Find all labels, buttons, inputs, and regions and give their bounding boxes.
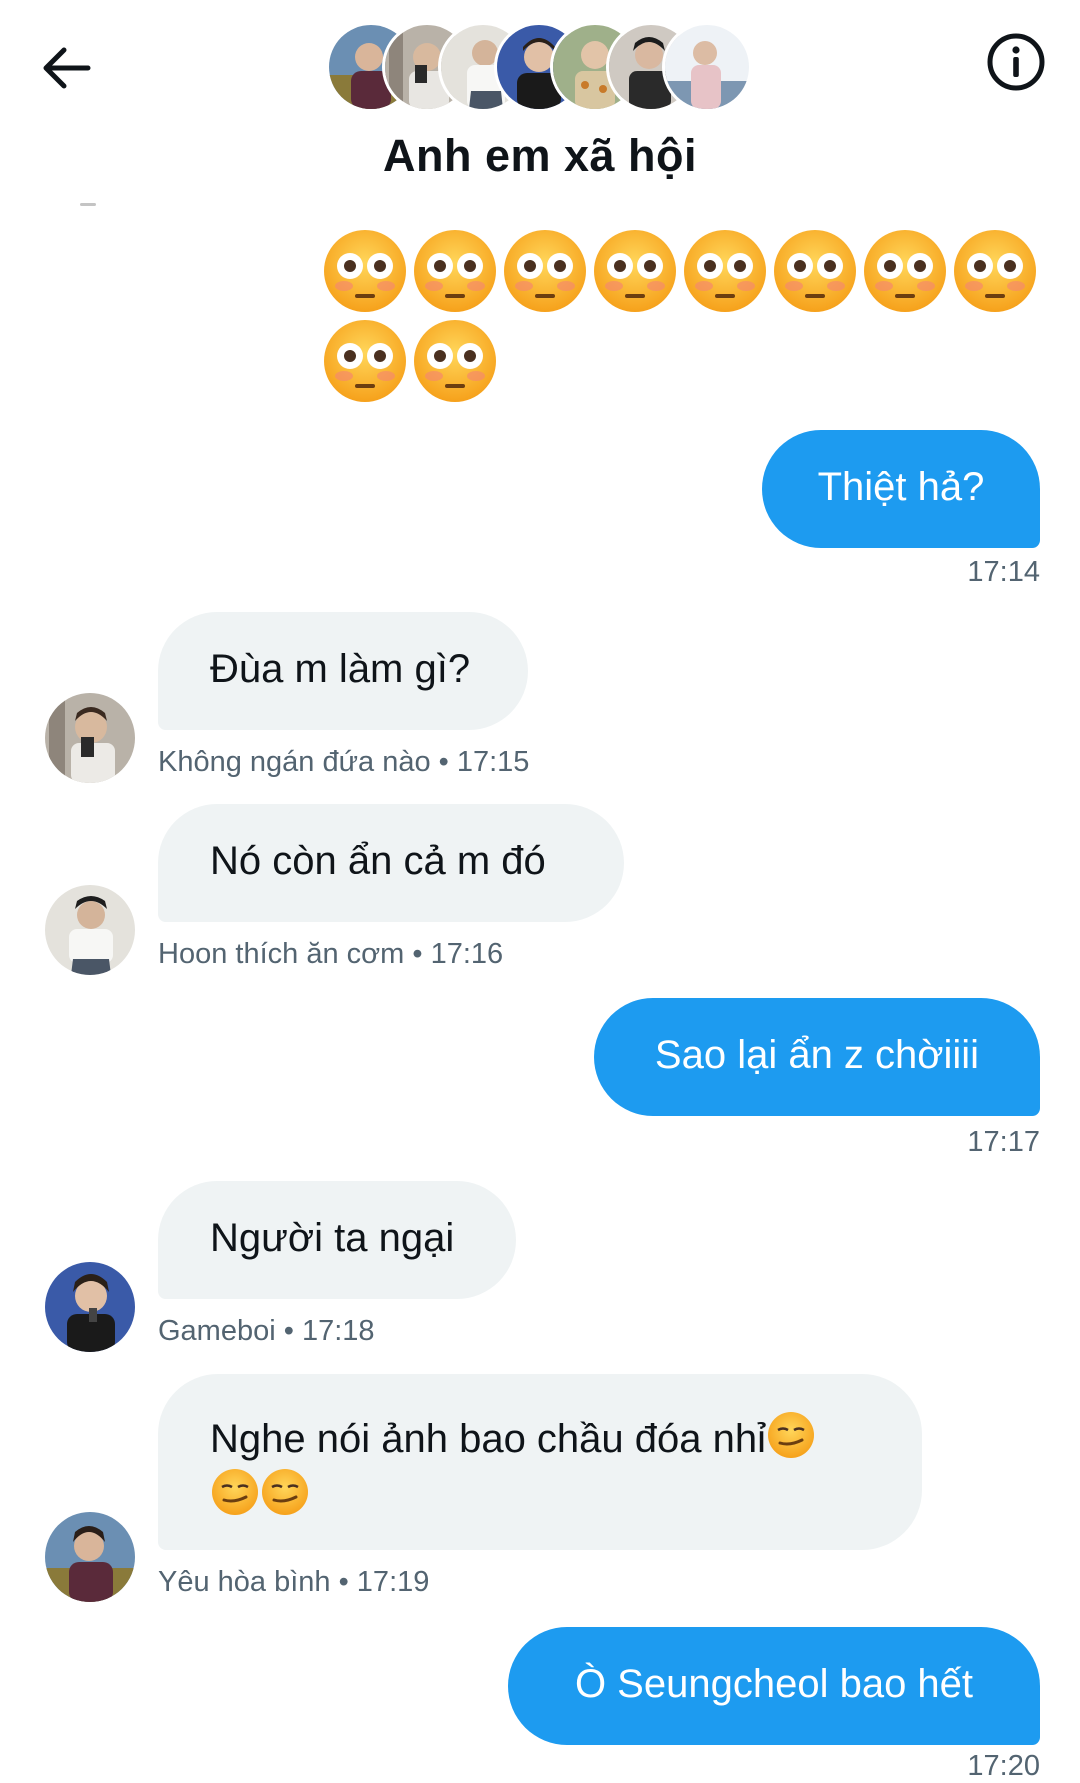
message-bubble-outgoing[interactable]: Ò Seungcheol bao hết — [508, 1627, 1040, 1745]
chat-header: Anh em xã hội — [0, 0, 1080, 205]
message-bubble-outgoing[interactable]: Thiệt hả? — [762, 430, 1040, 548]
message-text: Nghe nói ảnh bao chầu đóa nhỉ — [210, 1417, 767, 1461]
flushed-face-emoji — [504, 230, 586, 312]
member-avatar-7 — [662, 22, 752, 112]
sender-avatar[interactable] — [45, 1512, 135, 1602]
message-text: Sao lại ẩn z chờiiii — [654, 1033, 980, 1077]
message-text: Ò Seungcheol bao hết — [574, 1662, 974, 1706]
sender-avatar[interactable] — [45, 693, 135, 783]
smirking-face-emoji — [212, 1469, 258, 1515]
message-bubble-incoming[interactable]: Đùa m làm gì? — [158, 612, 528, 730]
conversation-title[interactable]: Anh em xã hội — [0, 130, 1080, 182]
smirking-face-emoji — [262, 1469, 308, 1515]
message-bubble-incoming[interactable]: Nghe nói ảnh bao chầu đóa nhỉ — [158, 1374, 922, 1550]
message-meta: Gameboi • 17:18 — [158, 1315, 375, 1347]
message-text: Thiệt hả? — [817, 465, 985, 509]
flushed-face-emoji — [594, 230, 676, 312]
message-timestamp: 17:17 — [967, 1126, 1040, 1158]
smirking-face-emoji — [768, 1412, 815, 1458]
info-icon — [987, 33, 1045, 91]
group-avatars[interactable] — [326, 22, 756, 112]
message-text: Nó còn ẩn cả m đó — [210, 839, 546, 883]
flushed-face-emoji — [774, 230, 856, 312]
flushed-face-emoji — [954, 230, 1036, 312]
sender-avatar[interactable] — [45, 1262, 135, 1352]
message-text: Đùa m làm gì? — [210, 647, 471, 691]
sender-avatar[interactable] — [45, 885, 135, 975]
back-button[interactable] — [36, 36, 100, 100]
scroll-divider — [80, 203, 96, 206]
message-bubble-incoming[interactable]: Nó còn ẩn cả m đó — [158, 804, 624, 922]
flushed-face-emoji — [414, 230, 496, 312]
flushed-face-emoji — [324, 320, 406, 402]
message-bubble-incoming[interactable]: Người ta ngại — [158, 1181, 516, 1299]
message-text: Người ta ngại — [210, 1216, 455, 1260]
message-meta: Không ngán đứa nào • 17:15 — [158, 746, 530, 778]
flushed-face-emoji — [414, 320, 496, 402]
message-meta: Hoon thích ăn cơm • 17:16 — [158, 938, 504, 970]
message-timestamp: 17:14 — [967, 556, 1040, 588]
message-bubble-outgoing[interactable]: Sao lại ẩn z chờiiii — [594, 998, 1040, 1116]
message-meta: Yêu hòa bình • 17:19 — [158, 1566, 430, 1598]
conversation-info-button[interactable] — [984, 30, 1048, 94]
flushed-face-emoji — [324, 230, 406, 312]
flushed-face-emoji — [864, 230, 946, 312]
arrow-left-icon — [43, 47, 91, 89]
message-timestamp: 17:20 — [967, 1750, 1040, 1782]
flushed-face-emoji — [684, 230, 766, 312]
